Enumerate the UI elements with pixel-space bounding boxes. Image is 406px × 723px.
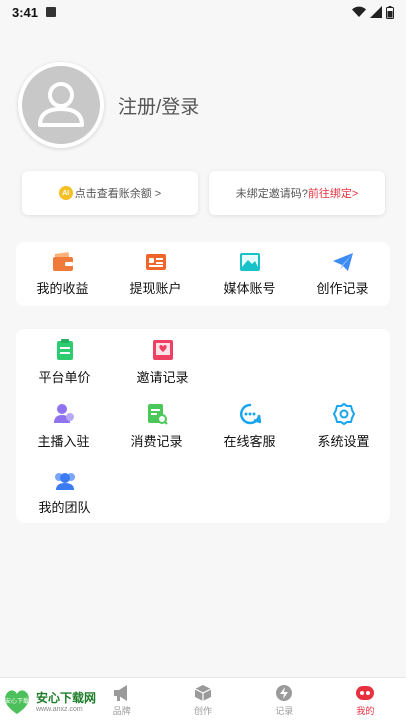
status-icons <box>352 5 394 19</box>
signal-icon <box>370 6 382 18</box>
invite-envelope-icon <box>152 340 173 360</box>
watermark-text: 安心下载网 www.anxz.com <box>36 689 96 713</box>
grid-item-host-join[interactable]: 主播入驻 <box>17 403 110 450</box>
grid-label: 主播入驻 <box>37 434 90 449</box>
team-icon <box>54 473 75 490</box>
megaphone-icon <box>113 685 127 701</box>
grid-item-my-team[interactable]: 我的团队 <box>18 471 111 516</box>
balance-card[interactable]: AI 点击查看账余额 > <box>22 171 198 215</box>
anchor-user-icon <box>53 404 74 423</box>
grid-item-creation-record[interactable]: 创作记录 <box>296 252 389 297</box>
grid-label: 在线客服 <box>223 434 276 449</box>
nav-label: 记录 <box>275 706 294 716</box>
grid-item-platform-price[interactable]: 平台单价 <box>18 339 111 386</box>
paper-plane-icon <box>332 253 353 271</box>
grid-item-my-earnings[interactable]: 我的收益 <box>16 252 109 297</box>
status-bar: 3:41 <box>0 0 406 24</box>
grid-label: 系统设置 <box>317 434 370 449</box>
sim-icon <box>46 7 57 17</box>
gear-icon <box>332 403 355 425</box>
image-icon <box>239 253 260 271</box>
grid-label: 邀请记录 <box>136 370 189 385</box>
earnings-panel: 我的收益 提现账户 媒体账号 创作记录 <box>16 242 390 306</box>
grid-item-system-settings[interactable]: 系统设置 <box>297 403 390 450</box>
lightning-icon <box>276 685 293 701</box>
balance-text: 点击查看账余额 > <box>74 188 162 200</box>
grid-label: 我的收益 <box>36 281 89 296</box>
status-time: 3:41 <box>12 4 39 20</box>
nav-label: 品牌 <box>112 706 131 716</box>
nav-item-records[interactable]: 记录 <box>244 678 325 723</box>
grid-label: 创作记录 <box>316 281 369 296</box>
cube-icon <box>194 685 212 701</box>
invite-status-text: 未绑定邀请码? <box>235 188 308 200</box>
grid-label: 媒体账号 <box>223 281 276 296</box>
watermark-title: 安心下载网 <box>36 691 97 705</box>
profile-header[interactable]: 注册/登录 <box>18 62 199 148</box>
chat-icon <box>239 403 261 425</box>
grid-item-consumption-record[interactable]: 消费记录 <box>110 403 203 450</box>
user-avatar-icon <box>38 82 84 127</box>
clipboard-icon <box>56 339 73 360</box>
card-icon <box>145 254 166 270</box>
battery-icon <box>386 5 394 19</box>
nav-label: 我的 <box>356 706 375 716</box>
nav-item-mine[interactable]: 我的 <box>325 678 406 723</box>
nav-label: 创作 <box>194 706 213 716</box>
grid-item-media-account[interactable]: 媒体账号 <box>203 252 296 297</box>
grid-item-invite-record[interactable]: 邀请记录 <box>116 339 209 386</box>
services-panel: 平台单价 邀请记录 主播入驻 消费记录 在线客服 系统设置 我的团队 <box>16 329 390 523</box>
invite-code-card[interactable]: 未绑定邀请码? 前往绑定> <box>209 171 385 215</box>
profile-face-icon <box>356 686 375 700</box>
record-search-icon <box>147 404 168 425</box>
watermark-badge-text: 安心下载 <box>5 697 29 705</box>
grid-label: 我的团队 <box>38 500 91 515</box>
wallet-icon <box>52 252 73 271</box>
grid-label: 提现账户 <box>129 281 182 296</box>
watermark: 安心下载 安心下载网 www.anxz.com <box>2 681 110 721</box>
watermark-url: www.anxz.com <box>36 706 83 713</box>
grid-item-withdraw-account[interactable]: 提现账户 <box>109 252 202 297</box>
coin-icon: AI <box>58 186 73 200</box>
watermark-logo-icon: 安心下载 <box>5 690 29 714</box>
login-register-link[interactable]: 注册/登录 <box>118 92 199 119</box>
grid-item-online-service[interactable]: 在线客服 <box>203 403 296 450</box>
nav-item-create[interactable]: 创作 <box>162 678 243 723</box>
grid-label: 消费记录 <box>130 434 183 449</box>
avatar[interactable] <box>18 62 104 148</box>
bind-invite-link[interactable]: 前往绑定> <box>308 185 358 201</box>
wifi-icon <box>352 6 366 18</box>
grid-label: 平台单价 <box>38 370 91 385</box>
